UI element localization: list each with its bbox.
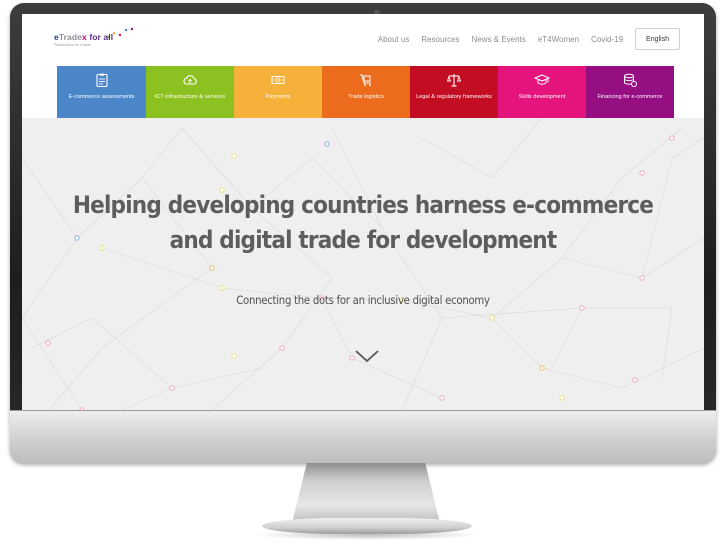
logo-subtitle: Partnerships for e-trade — [54, 43, 91, 47]
tile-label: Financing for e-commerce — [597, 94, 663, 100]
scales-icon — [446, 74, 462, 87]
logo-x: x — [82, 32, 87, 42]
tile-ict-infrastructure[interactable]: ICT infrastructure & services — [146, 66, 234, 118]
language-button[interactable]: English — [635, 28, 680, 50]
hero-title-line-2: and digital trade for development — [169, 226, 558, 254]
topic-tiles: E-commerce assessments ICT infrastructur… — [57, 66, 674, 118]
monitor-stand — [292, 463, 440, 523]
coins-icon — [624, 73, 637, 87]
nav-about-us[interactable]: About us — [378, 35, 410, 44]
hero-title-line-1: Helping developing countries harness e-c… — [72, 191, 654, 219]
monitor-base — [262, 518, 472, 534]
tile-label: Legal & regulatory frameworks — [416, 94, 492, 100]
chevron-down-icon[interactable] — [354, 348, 380, 364]
tile-label: Skills development — [518, 94, 566, 100]
graduation-cap-icon — [534, 74, 550, 85]
top-nav: About us Resources News & Events eT4Wome… — [366, 27, 680, 51]
etrade-for-all-logo[interactable]: eTradex for all Partnerships for e-trade — [54, 26, 134, 52]
tile-payments[interactable]: Payments — [234, 66, 322, 118]
tile-trade-logistics[interactable]: Trade logistics — [322, 66, 410, 118]
nav-et4women[interactable]: eT4Women — [538, 35, 579, 44]
cloud-upload-icon — [183, 75, 197, 85]
monitor-chin — [10, 410, 716, 464]
website-screen: eTradex for all Partnerships for e-trade… — [22, 14, 704, 410]
tile-label: E-commerce assessments — [68, 94, 135, 100]
tile-ecommerce-assessments[interactable]: E-commerce assessments — [57, 66, 146, 118]
hero-subtitle: Connecting the dots for an inclusive dig… — [236, 293, 490, 307]
tile-label: ICT infrastructure & services — [154, 94, 226, 100]
clipboard-icon — [95, 73, 108, 88]
tile-skills-development[interactable]: Skills development — [498, 66, 586, 118]
nav-resources[interactable]: Resources — [421, 35, 459, 44]
site-header: eTradex for all Partnerships for e-trade… — [22, 14, 704, 64]
tile-financing[interactable]: Financing for e-commerce — [586, 66, 674, 118]
cart-icon — [360, 74, 371, 86]
network-lines-background — [22, 118, 704, 410]
logo-wordmark: eTradex for all — [54, 32, 113, 42]
tile-label: Payments — [265, 94, 291, 100]
tile-label: Trade logistics — [348, 94, 384, 100]
nav-covid-19[interactable]: Covid-19 — [591, 35, 623, 44]
hero-section: Helping developing countries harness e-c… — [22, 118, 704, 410]
tile-legal-regulatory[interactable]: Legal & regulatory frameworks — [410, 66, 498, 118]
logo-for-all: for all — [89, 32, 114, 42]
hero-title: Helping developing countries harness e-c… — [56, 188, 670, 258]
logo-trade: Trade — [58, 32, 83, 42]
banknote-icon — [271, 75, 285, 85]
nav-news-events[interactable]: News & Events — [472, 35, 526, 44]
